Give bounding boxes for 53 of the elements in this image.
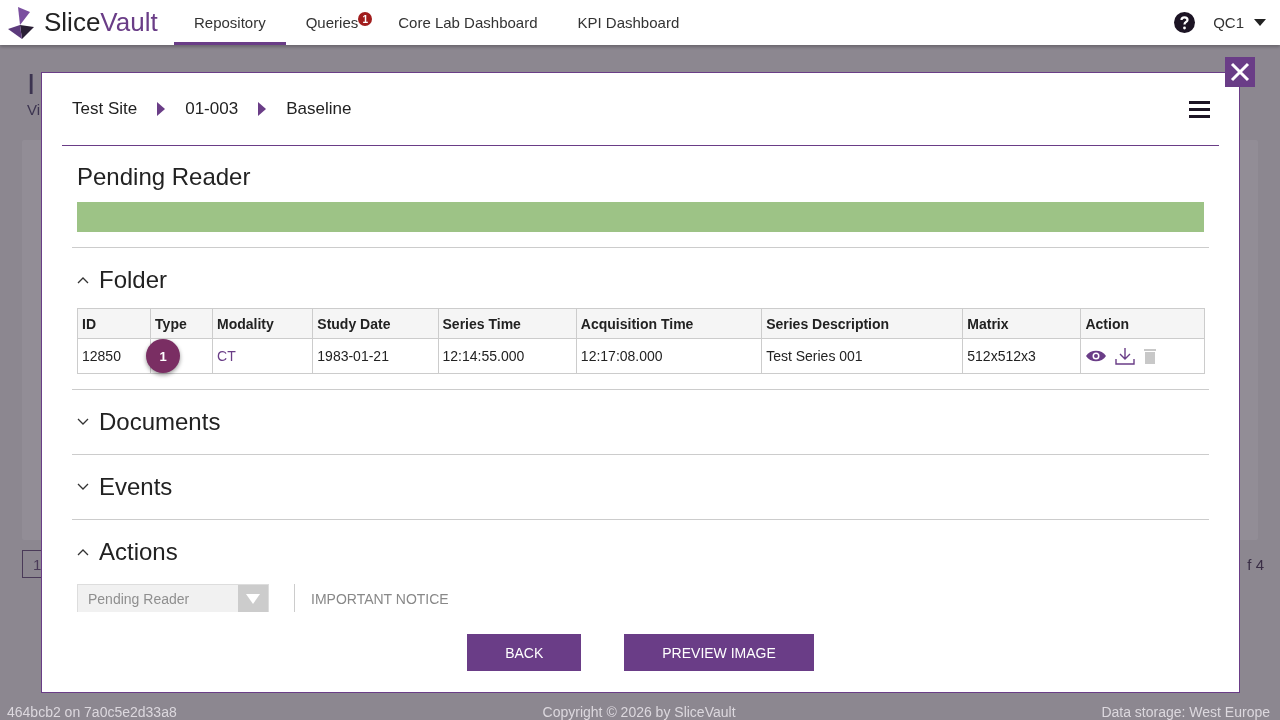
page-title: I (27, 67, 37, 101)
close-button[interactable] (1225, 57, 1255, 87)
notification-badge: 1 (358, 12, 373, 26)
chevron-down-icon (77, 483, 89, 491)
notice-title: IMPORTANT NOTICE (294, 584, 449, 612)
help-icon[interactable] (1174, 12, 1196, 33)
chevron-up-icon (77, 548, 89, 556)
page-count: f 4 (1247, 555, 1264, 573)
modality-link[interactable]: CT (212, 338, 313, 374)
nav-tab[interactable]: Core Lab Dashboard (378, 0, 558, 45)
preview-button[interactable]: PREVIEW IMAGE (624, 634, 814, 671)
column-header: Acquisition Time (576, 308, 762, 339)
table-cell: Test Series 001 (761, 338, 963, 374)
breadcrumb-arrow-icon (157, 102, 166, 116)
nav-tab[interactable]: Repository (174, 0, 286, 45)
section-header[interactable]: Documents (72, 390, 221, 454)
download-icon[interactable] (1115, 347, 1136, 365)
table-cell: 512x512x3 (962, 338, 1081, 374)
column-header: Type (150, 308, 213, 339)
breadcrumb-item[interactable]: 01-003 (185, 99, 239, 119)
status-title: Pending Reader (77, 163, 252, 192)
table-cell: 1983-01-21 (312, 338, 438, 374)
table-cell: 12:17:08.000 (576, 338, 762, 374)
column-header: Action (1080, 308, 1205, 339)
eye-icon[interactable] (1085, 349, 1108, 363)
section-header[interactable]: Actions (72, 520, 178, 584)
column-header: Series Time (438, 308, 577, 339)
column-header: ID (77, 308, 151, 339)
chevron-down-icon (77, 418, 89, 426)
page-subtitle: Vi (27, 101, 41, 118)
caret-icon (1254, 19, 1266, 26)
count-badge: 1 (146, 339, 181, 373)
storage-info: Data storage: West Europe (1101, 704, 1270, 720)
breadcrumb-item[interactable]: Baseline (286, 99, 352, 119)
caret-icon (246, 593, 260, 604)
build-info: 464bcb2 on 7a0c5e2d33a8 (7, 704, 177, 720)
column-header: Study Date (312, 308, 438, 339)
table-cell: 12:14:55.000 (438, 338, 577, 374)
column-header: Series Description (761, 308, 963, 339)
menu-icon[interactable] (1189, 100, 1210, 118)
breadcrumb-item[interactable]: Test Site (72, 99, 138, 119)
nav-tab[interactable]: KPI Dashboard (557, 0, 700, 45)
copyright: Copyright © 2026 by SliceVault (542, 704, 736, 720)
logo-text: SliceVault (44, 7, 158, 38)
section-header[interactable]: Events (72, 455, 173, 519)
back-button[interactable]: BACK (467, 634, 582, 671)
chevron-up-icon (77, 276, 89, 284)
close-icon (1230, 62, 1250, 82)
user-menu[interactable]: QC1 (1213, 14, 1266, 31)
breadcrumb-arrow-icon (258, 102, 267, 116)
nav-tab[interactable]: Queries 1 (285, 0, 379, 45)
column-header: Matrix (962, 308, 1081, 339)
column-header: Modality (212, 308, 313, 339)
